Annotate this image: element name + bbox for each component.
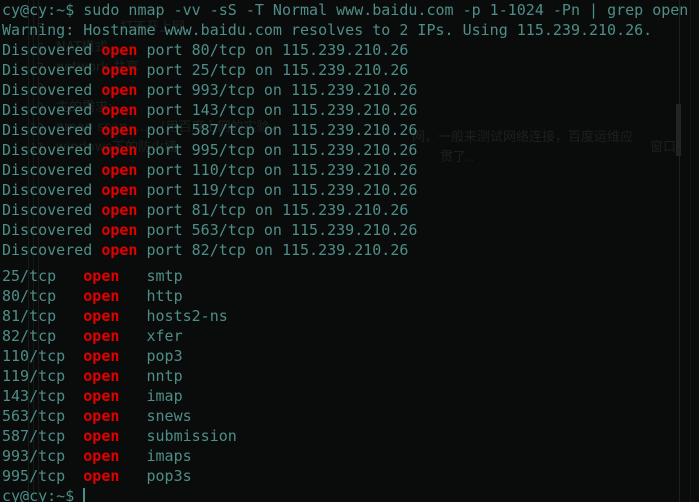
port-cell: 119/tcp [2,367,84,385]
port-table-row: 995/tcp open pop3s [2,466,699,486]
service-cell: submission [119,427,237,445]
terminal-screen[interactable]: cy@cy:~$ sudo nmap -vv -sS -T Normal www… [0,0,699,502]
port-table-row: 993/tcp open imaps [2,446,699,466]
discovered-prefix: Discovered [2,221,102,239]
port-cell: 993/tcp [2,447,84,465]
port-state-open: open [101,241,138,259]
port-state-open: open [101,81,138,99]
discovered-suffix: port 110/tcp on 115.239.210.26 [137,161,418,179]
service-cell: snews [119,407,192,425]
discovered-line: Discovered open port 25/tcp on 115.239.2… [2,60,699,80]
shell-prompt: cy@cy:~$ [2,1,75,19]
port-state-open: open [101,141,138,159]
port-cell: 25/tcp [2,267,84,285]
service-cell: smtp [119,267,183,285]
service-cell: imaps [119,447,192,465]
state-cell-open: open [83,447,120,465]
state-cell-open: open [83,367,120,385]
port-state-open: open [101,221,138,239]
state-cell-open: open [83,347,120,365]
discovered-line: Discovered open port 82/tcp on 115.239.2… [2,240,699,260]
discovered-suffix: port 81/tcp on 115.239.210.26 [137,201,409,219]
discovered-suffix: port 82/tcp on 115.239.210.26 [137,241,409,259]
discovered-prefix: Discovered [2,141,102,159]
discovered-prefix: Discovered [2,101,102,119]
port-table-row: 143/tcp open imap [2,386,699,406]
discovered-prefix: Discovered [2,181,102,199]
text-cursor [83,488,86,502]
discovered-line: Discovered open port 119/tcp on 115.239.… [2,180,699,200]
discovered-line: Discovered open port 143/tcp on 115.239.… [2,100,699,120]
command-text: sudo nmap -vv -sS -T Normal www.baidu.co… [74,1,689,19]
port-state-open: open [101,121,138,139]
service-cell: pop3s [119,467,192,485]
terminal-window[interactable]: 5 6 7 8 9 10 11 打不开上网 NAT模式 network 共享 主… [0,0,699,502]
discovered-suffix: port 993/tcp on 115.239.210.26 [137,81,418,99]
discovered-line: Discovered open port 587/tcp on 115.239.… [2,120,699,140]
port-state-open: open [101,101,138,119]
final-prompt-line[interactable]: cy@cy:~$ [2,486,699,502]
port-state-open: open [101,161,138,179]
discovered-prefix: Discovered [2,41,102,59]
port-cell: 143/tcp [2,387,84,405]
state-cell-open: open [83,267,120,285]
command-line: cy@cy:~$ sudo nmap -vv -sS -T Normal www… [2,0,699,20]
port-cell: 587/tcp [2,427,84,445]
service-cell: hosts2-ns [119,307,228,325]
discovered-prefix: Discovered [2,61,102,79]
discovered-line: Discovered open port 995/tcp on 115.239.… [2,140,699,160]
port-table-row: 80/tcp open http [2,286,699,306]
service-cell: imap [119,387,183,405]
discovered-suffix: port 25/tcp on 115.239.210.26 [137,61,409,79]
discovered-prefix: Discovered [2,201,102,219]
port-state-open: open [101,41,138,59]
discovered-prefix: Discovered [2,121,102,139]
discovered-suffix: port 563/tcp on 115.239.210.26 [137,221,418,239]
discovered-suffix: port 995/tcp on 115.239.210.26 [137,141,418,159]
port-cell: 81/tcp [2,307,84,325]
port-cell: 80/tcp [2,287,84,305]
discovered-prefix: Discovered [2,241,102,259]
discovered-line: Discovered open port 993/tcp on 115.239.… [2,80,699,100]
discovered-line: Discovered open port 110/tcp on 115.239.… [2,160,699,180]
port-cell: 995/tcp [2,467,84,485]
port-state-open: open [101,181,138,199]
warning-line: Warning: Hostname www.baidu.com resolves… [2,21,653,39]
discovered-prefix: Discovered [2,161,102,179]
port-cell: 563/tcp [2,407,84,425]
state-cell-open: open [83,387,120,405]
discovered-suffix: port 587/tcp on 115.239.210.26 [137,121,418,139]
state-cell-open: open [83,407,120,425]
state-cell-open: open [83,287,120,305]
service-cell: xfer [119,327,183,345]
port-table-row: 119/tcp open nntp [2,366,699,386]
shell-prompt: cy@cy:~$ [2,487,84,502]
port-cell: 82/tcp [2,327,84,345]
port-table-row: 563/tcp open snews [2,406,699,426]
discovered-prefix: Discovered [2,81,102,99]
port-table-row: 82/tcp open xfer [2,326,699,346]
state-cell-open: open [83,467,120,485]
state-cell-open: open [83,427,120,445]
port-table-row: 81/tcp open hosts2-ns [2,306,699,326]
state-cell-open: open [83,327,120,345]
port-cell: 110/tcp [2,347,84,365]
state-cell-open: open [83,307,120,325]
discovered-line: Discovered open port 80/tcp on 115.239.2… [2,40,699,60]
service-cell: nntp [119,367,183,385]
port-state-open: open [101,201,138,219]
discovered-suffix: port 80/tcp on 115.239.210.26 [137,41,409,59]
discovered-line: Discovered open port 81/tcp on 115.239.2… [2,200,699,220]
discovered-suffix: port 143/tcp on 115.239.210.26 [137,101,418,119]
port-table-row: 110/tcp open pop3 [2,346,699,366]
port-table-row: 587/tcp open submission [2,426,699,446]
discovered-suffix: port 119/tcp on 115.239.210.26 [137,181,418,199]
service-cell: pop3 [119,347,183,365]
port-table-row: 25/tcp open smtp [2,266,699,286]
port-state-open: open [101,61,138,79]
service-cell: http [119,287,183,305]
discovered-line: Discovered open port 563/tcp on 115.239.… [2,220,699,240]
